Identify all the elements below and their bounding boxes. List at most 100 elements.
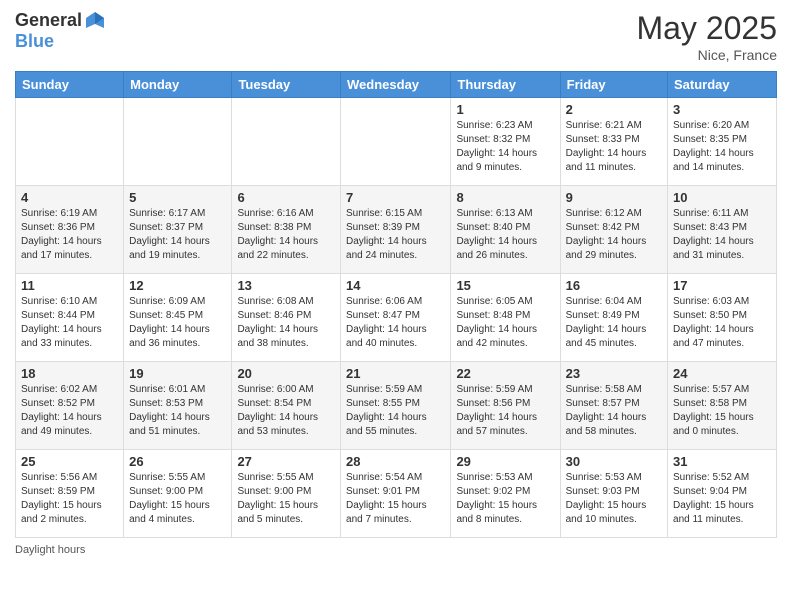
table-row: 23Sunrise: 5:58 AMSunset: 8:57 PMDayligh… xyxy=(560,362,667,450)
day-number: 11 xyxy=(21,278,118,293)
day-number: 4 xyxy=(21,190,118,205)
title-block: May 2025 Nice, France xyxy=(636,10,777,63)
calendar-table: Sunday Monday Tuesday Wednesday Thursday… xyxy=(15,71,777,538)
table-row xyxy=(232,98,341,186)
table-row: 18 Sunrise: 6:02 AMSunset: 8:52 PMDayligh… xyxy=(16,362,124,450)
col-tuesday: Tuesday xyxy=(232,72,341,98)
day-number: 7 xyxy=(346,190,445,205)
day-number: 20 xyxy=(237,366,335,381)
day-number: 13 xyxy=(237,278,335,293)
day-info: Sunrise: 6:19 AMSunset: 8:36 PMDaylight:… xyxy=(21,207,118,263)
table-row: 12 Sunrise: 6:09 AMSunset: 8:45 PMDayligh… xyxy=(124,274,232,362)
table-row: 20Sunrise: 6:00 AMSunset: 8:54 PMDayligh… xyxy=(232,362,341,450)
table-row: 30 Sunrise: 5:53 AMSunset: 9:03 PMDayligh… xyxy=(560,450,667,538)
table-row: 29Sunrise: 5:53 AMSunset: 9:02 PMDayligh… xyxy=(451,450,560,538)
day-info: Sunrise: 6:03 AMSunset: 8:50 PMDaylight:… xyxy=(673,295,771,351)
table-row: 31 Sunrise: 5:52 AMSunset: 9:04 PMDayligh… xyxy=(668,450,777,538)
day-info: Sunrise: 5:52 AMSunset: 9:04 PMDaylight:… xyxy=(673,471,771,527)
day-info: Sunrise: 6:11 AMSunset: 8:43 PMDaylight:… xyxy=(673,207,771,263)
table-row: 2 Sunrise: 6:21 AMSunset: 8:33 PMDaylight… xyxy=(560,98,667,186)
day-info: Sunrise: 6:17 AMSunset: 8:37 PMDaylight:… xyxy=(129,207,226,263)
calendar-week-row: 11 Sunrise: 6:10 AMSunset: 8:44 PMDayligh… xyxy=(16,274,777,362)
table-row: 4 Sunrise: 6:19 AMSunset: 8:36 PMDaylight… xyxy=(16,186,124,274)
month-title: May 2025 xyxy=(636,10,777,47)
calendar-week-row: 18 Sunrise: 6:02 AMSunset: 8:52 PMDayligh… xyxy=(16,362,777,450)
day-info: Sunrise: 5:57 AMSunset: 8:58 PMDaylight:… xyxy=(673,383,771,439)
table-row: 14 Sunrise: 6:06 AMSunset: 8:47 PMDayligh… xyxy=(341,274,451,362)
day-number: 3 xyxy=(673,102,771,117)
day-number: 1 xyxy=(456,102,554,117)
day-number: 27 xyxy=(237,454,335,469)
col-monday: Monday xyxy=(124,72,232,98)
day-info: Sunrise: 6:16 AMSunset: 8:38 PMDaylight:… xyxy=(237,207,335,263)
day-info: Sunrise: 5:53 AMSunset: 9:03 PMDaylight:… xyxy=(566,471,662,527)
table-row: 10 Sunrise: 6:11 AMSunset: 8:43 PMDayligh… xyxy=(668,186,777,274)
day-info: Sunrise: 6:13 AMSunset: 8:40 PMDaylight:… xyxy=(456,207,554,263)
day-number: 29 xyxy=(456,454,554,469)
day-number: 26 xyxy=(129,454,226,469)
day-number: 18 xyxy=(21,366,118,381)
table-row xyxy=(341,98,451,186)
day-info: Sunrise: 6:02 AMSunset: 8:52 PMDaylight:… xyxy=(21,383,118,439)
day-info: Sunrise: 6:21 AMSunset: 8:33 PMDaylight:… xyxy=(566,119,662,175)
table-row: 28 Sunrise: 5:54 AMSunset: 9:01 PMDayligh… xyxy=(341,450,451,538)
day-number: 10 xyxy=(673,190,771,205)
col-wednesday: Wednesday xyxy=(341,72,451,98)
calendar-week-row: 1 Sunrise: 6:23 AMSunset: 8:32 PMDaylight… xyxy=(16,98,777,186)
day-number: 2 xyxy=(566,102,662,117)
table-row: 13 Sunrise: 6:08 AMSunset: 8:46 PMDayligh… xyxy=(232,274,341,362)
day-info: Sunrise: 6:04 AMSunset: 8:49 PMDaylight:… xyxy=(566,295,662,351)
col-thursday: Thursday xyxy=(451,72,560,98)
table-row: 24Sunrise: 5:57 AMSunset: 8:58 PMDayligh… xyxy=(668,362,777,450)
day-info: Sunrise: 6:09 AMSunset: 8:45 PMDaylight:… xyxy=(129,295,226,351)
logo: General Blue xyxy=(15,10,106,52)
day-info: Sunrise: 5:56 AMSunset: 8:59 PMDaylight:… xyxy=(21,471,118,527)
day-info: Sunrise: 6:05 AMSunset: 8:48 PMDaylight:… xyxy=(456,295,554,351)
day-info: Sunrise: 6:06 AMSunset: 8:47 PMDaylight:… xyxy=(346,295,445,351)
table-row xyxy=(16,98,124,186)
day-info: Sunrise: 6:08 AMSunset: 8:46 PMDaylight:… xyxy=(237,295,335,351)
table-row: 19 Sunrise: 6:01 AMSunset: 8:53 PMDayligh… xyxy=(124,362,232,450)
day-info: Sunrise: 5:55 AMSunset: 9:00 PMDaylight:… xyxy=(237,471,335,527)
day-info: Sunrise: 5:59 AMSunset: 8:55 PMDaylight:… xyxy=(346,383,445,439)
day-info: Sunrise: 6:10 AMSunset: 8:44 PMDaylight:… xyxy=(21,295,118,351)
table-row: 26Sunrise: 5:55 AMSunset: 9:00 PMDayligh… xyxy=(124,450,232,538)
day-number: 15 xyxy=(456,278,554,293)
day-info: Sunrise: 5:54 AMSunset: 9:01 PMDaylight:… xyxy=(346,471,445,527)
calendar-week-row: 4 Sunrise: 6:19 AMSunset: 8:36 PMDaylight… xyxy=(16,186,777,274)
day-number: 19 xyxy=(129,366,226,381)
header: General Blue May 2025 Nice, France xyxy=(15,10,777,63)
col-saturday: Saturday xyxy=(668,72,777,98)
day-number: 8 xyxy=(456,190,554,205)
table-row: 21 Sunrise: 5:59 AMSunset: 8:55 PMDayligh… xyxy=(341,362,451,450)
calendar-week-row: 25Sunrise: 5:56 AMSunset: 8:59 PMDayligh… xyxy=(16,450,777,538)
table-row: 3Sunrise: 6:20 AMSunset: 8:35 PMDaylight… xyxy=(668,98,777,186)
table-row: 5Sunrise: 6:17 AMSunset: 8:37 PMDaylight… xyxy=(124,186,232,274)
day-number: 6 xyxy=(237,190,335,205)
day-number: 12 xyxy=(129,278,226,293)
day-info: Sunrise: 6:12 AMSunset: 8:42 PMDaylight:… xyxy=(566,207,662,263)
day-number: 30 xyxy=(566,454,662,469)
day-number: 21 xyxy=(346,366,445,381)
table-row: 7Sunrise: 6:15 AMSunset: 8:39 PMDaylight… xyxy=(341,186,451,274)
table-row: 6 Sunrise: 6:16 AMSunset: 8:38 PMDaylight… xyxy=(232,186,341,274)
logo-general-text: General xyxy=(15,11,82,31)
day-number: 22 xyxy=(456,366,554,381)
day-info: Sunrise: 6:23 AMSunset: 8:32 PMDaylight:… xyxy=(456,119,554,175)
logo-blue-text: Blue xyxy=(15,32,106,52)
table-row: 16 Sunrise: 6:04 AMSunset: 8:49 PMDayligh… xyxy=(560,274,667,362)
col-sunday: Sunday xyxy=(16,72,124,98)
day-number: 28 xyxy=(346,454,445,469)
table-row: 9Sunrise: 6:12 AMSunset: 8:42 PMDaylight… xyxy=(560,186,667,274)
day-number: 14 xyxy=(346,278,445,293)
footer: Daylight hours xyxy=(15,544,777,556)
logo-icon xyxy=(84,10,106,32)
page: General Blue May 2025 Nice, France Sunda… xyxy=(0,0,792,612)
day-info: Sunrise: 5:59 AMSunset: 8:56 PMDaylight:… xyxy=(456,383,554,439)
table-row: 22 Sunrise: 5:59 AMSunset: 8:56 PMDayligh… xyxy=(451,362,560,450)
day-number: 16 xyxy=(566,278,662,293)
day-info: Sunrise: 6:01 AMSunset: 8:53 PMDaylight:… xyxy=(129,383,226,439)
location: Nice, France xyxy=(636,47,777,63)
day-number: 31 xyxy=(673,454,771,469)
table-row: 1 Sunrise: 6:23 AMSunset: 8:32 PMDaylight… xyxy=(451,98,560,186)
